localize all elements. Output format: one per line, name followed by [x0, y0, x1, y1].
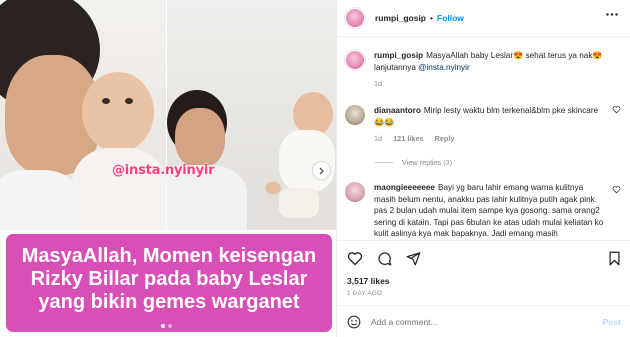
- post-media[interactable]: @insta.nyinyir MasyaAllah, Momen keiseng…: [0, 0, 336, 337]
- carousel-next-button[interactable]: [313, 162, 330, 179]
- emoji-icon[interactable]: [347, 315, 361, 329]
- view-replies-label[interactable]: View replies (3): [402, 158, 452, 167]
- post-button[interactable]: Post: [603, 317, 621, 327]
- caption-body: rumpi_gosip MasyaAllah baby Leslar😍 sehat…: [374, 50, 604, 90]
- caption-banner: MasyaAllah, Momen keisengan Rizky Billar…: [0, 230, 336, 337]
- share-icon[interactable]: [406, 251, 421, 266]
- header-username[interactable]: rumpi_gosip: [375, 13, 426, 23]
- watermark-text: @insta.nyinyir: [112, 163, 215, 178]
- view-replies[interactable]: View replies (3): [375, 158, 452, 167]
- comment-input[interactable]: [371, 317, 603, 327]
- post-actions: 3,517 likes 1 DAY AGO Post: [337, 240, 630, 337]
- comment-row: maongieeeeeee Bayi yg baru lahir emang wa…: [345, 182, 623, 238]
- carousel-dots: [161, 324, 172, 328]
- comment-likes[interactable]: 121 likes: [393, 133, 423, 145]
- avatar[interactable]: [345, 8, 365, 28]
- carousel-dot[interactable]: [168, 324, 172, 328]
- heart-icon[interactable]: [612, 185, 621, 194]
- caption-time: 1d: [374, 79, 383, 88]
- add-comment-bar: Post: [337, 305, 630, 337]
- post-sidebar: rumpi_gosip • Follow rumpi_gosip MasyaAll…: [336, 0, 630, 337]
- avatar[interactable]: [345, 105, 365, 125]
- comment-username[interactable]: dianaantoro: [374, 106, 421, 115]
- photo-left: [0, 0, 166, 230]
- caption-username[interactable]: rumpi_gosip: [374, 51, 423, 60]
- comment-meta: 1d 121 likes Reply: [374, 133, 604, 145]
- chevron-right-icon: [319, 167, 324, 174]
- comment-icon[interactable]: [377, 251, 392, 266]
- caption-overlay-text: MasyaAllah, Momen keisengan Rizky Billar…: [21, 244, 317, 313]
- replies-line: [375, 162, 393, 163]
- caption-meta: 1d: [374, 78, 604, 90]
- comment-row: dianaantoro Mirip lesty waktu blm terkena…: [345, 105, 623, 145]
- caption-mention[interactable]: @insta.nyinyir: [418, 63, 470, 72]
- likes-count[interactable]: 3,517 likes: [347, 276, 390, 286]
- heart-icon[interactable]: [347, 251, 363, 266]
- heart-icon[interactable]: [612, 105, 621, 114]
- post-header: rumpi_gosip • Follow: [337, 0, 630, 37]
- bookmark-icon[interactable]: [608, 251, 621, 266]
- follow-button[interactable]: Follow: [437, 13, 464, 23]
- comments-list[interactable]: rumpi_gosip MasyaAllah baby Leslar😍 sehat…: [337, 38, 630, 238]
- avatar[interactable]: [345, 182, 365, 202]
- avatar[interactable]: [345, 50, 365, 70]
- post-timestamp: 1 DAY AGO: [347, 290, 383, 297]
- comment-time: 1d: [374, 134, 383, 143]
- comment-username[interactable]: maongieeeeeee: [374, 183, 435, 192]
- comment-body: maongieeeeeee Bayi yg baru lahir emang wa…: [374, 182, 604, 238]
- more-horizontal-icon[interactable]: [606, 13, 618, 16]
- header-separator: •: [430, 13, 433, 23]
- carousel-dot[interactable]: [161, 324, 165, 328]
- comment-body: dianaantoro Mirip lesty waktu blm terkena…: [374, 105, 604, 145]
- caption-box: MasyaAllah, Momen keisengan Rizky Billar…: [6, 234, 332, 332]
- action-icons: [347, 251, 421, 266]
- caption-row: rumpi_gosip MasyaAllah baby Leslar😍 sehat…: [345, 50, 623, 90]
- photo-right: [167, 0, 336, 230]
- reply-button[interactable]: Reply: [435, 133, 455, 145]
